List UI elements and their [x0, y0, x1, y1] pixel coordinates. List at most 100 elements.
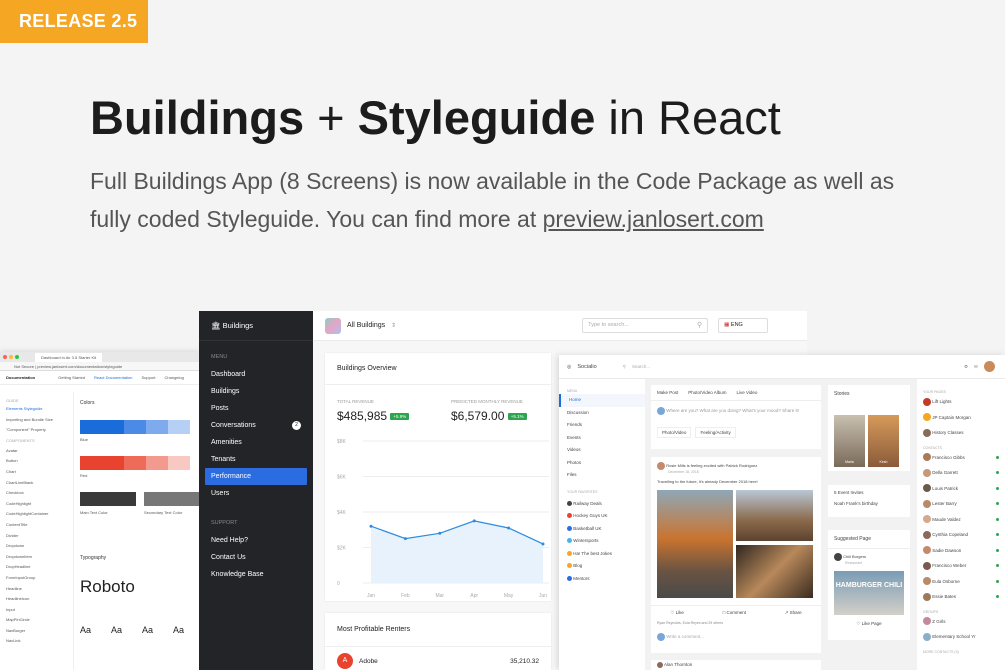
favorite-item[interactable]: Blog [559, 560, 645, 573]
menu-contact-us[interactable]: Contact Us [199, 549, 313, 566]
story-kirsh[interactable]: Kirsh [868, 415, 899, 467]
like-button[interactable]: ♡ Like [670, 610, 684, 616]
contact-item[interactable]: Louis Patrick [923, 481, 999, 497]
side-item-component[interactable]: "Component" Property [6, 425, 67, 436]
component-item[interactable]: NavBurger [6, 626, 67, 637]
contact-item[interactable]: Sadie Dawson [923, 543, 999, 559]
component-item[interactable]: ChartLineBlank [6, 478, 67, 489]
tab-photo-album[interactable]: Photo/Video Album [688, 390, 726, 395]
data-point[interactable] [369, 524, 373, 528]
next-post-author[interactable]: Alan Thornton [664, 662, 692, 667]
social-menu-files[interactable]: Files [559, 469, 645, 482]
menu-item-conversations[interactable]: Conversations 2 [199, 417, 313, 434]
menu-item-dashboard[interactable]: Dashboard [199, 366, 313, 383]
contact-item[interactable]: Francisco Gibbs [923, 450, 999, 466]
component-item[interactable]: Input [6, 605, 67, 616]
component-item[interactable]: Avatar [6, 446, 67, 457]
component-item[interactable]: ContentTitle [6, 520, 67, 531]
contact-item[interactable]: Essie Bates [923, 589, 999, 605]
menu-item-buildings[interactable]: Buildings [199, 383, 313, 400]
share-button[interactable]: ↗ Share [785, 610, 802, 616]
social-menu-home[interactable]: Home [559, 394, 645, 407]
favorite-item[interactable]: Mentors [559, 573, 645, 586]
group-item[interactable]: Z Girls [923, 614, 999, 630]
data-point[interactable] [438, 531, 442, 535]
post-likes[interactable]: Ryan Reynolds, Eula Reyes and 29 others [657, 621, 723, 625]
menu-knowledge-base[interactable]: Knowledge Base [199, 566, 313, 583]
social-menu-photos[interactable]: Photos [559, 457, 645, 470]
menu-item-tenants[interactable]: Tenants [199, 451, 313, 468]
tab-make-post[interactable]: Make Post [657, 390, 678, 395]
component-item[interactable]: NavLink [6, 636, 67, 647]
building-selector[interactable]: All Buildings [347, 322, 385, 329]
minimize-dot-icon[interactable] [9, 355, 13, 359]
favorite-item[interactable]: Basketball UK [559, 523, 645, 536]
page-item[interactable]: Lift Lights [923, 394, 999, 410]
post-photo-portrait[interactable] [736, 545, 813, 598]
maximize-dot-icon[interactable] [15, 355, 19, 359]
suggested-name[interactable]: Chili Burgers [843, 554, 866, 559]
menu-item-amenities[interactable]: Amenities [199, 434, 313, 451]
story-maria[interactable]: Maria [834, 415, 865, 467]
post-author[interactable]: Rosie Mills is feeling excited with Patr… [666, 463, 757, 468]
globe-icon[interactable]: ⚙ [964, 364, 968, 370]
contact-item[interactable]: Maude Valdez [923, 512, 999, 528]
event-invites[interactable]: 5 Event Invites [834, 490, 904, 501]
post-photo-mountain[interactable] [736, 490, 813, 541]
component-item[interactable]: DropdownItem [6, 552, 67, 563]
birthday-item[interactable]: Noah Frank's birthday [834, 501, 904, 506]
compose-input[interactable]: Where are you? What are you doing? What'… [651, 401, 821, 421]
renter-name[interactable]: Adobe [359, 658, 378, 665]
favorite-item[interactable]: Ha! The best Jokes [559, 548, 645, 561]
component-item[interactable]: Divider [6, 531, 67, 542]
post-photo-road[interactable] [657, 490, 733, 598]
favorite-item[interactable]: Railway Deals [559, 498, 645, 511]
data-point[interactable] [403, 537, 407, 541]
social-menu-videos[interactable]: Videos [559, 444, 645, 457]
data-point[interactable] [472, 519, 476, 523]
nav-getting-started[interactable]: Getting Started [58, 375, 85, 380]
contact-item[interactable]: Cynthia Copeland [923, 527, 999, 543]
like-page-button[interactable]: ♡ Like Page [828, 621, 910, 627]
nav-support[interactable]: Support [142, 375, 156, 380]
favorite-item[interactable]: Hockey Guys UK [559, 510, 645, 523]
data-point[interactable] [507, 526, 511, 530]
side-item-styleguide[interactable]: Elements Styleguide [6, 404, 67, 415]
close-dot-icon[interactable] [3, 355, 7, 359]
nav-changelog[interactable]: Changelog [165, 375, 184, 380]
component-item[interactable]: Button [6, 456, 67, 467]
photo-video-button[interactable]: Photo/Video [657, 427, 692, 438]
component-item[interactable]: MapPinCircle [6, 615, 67, 626]
component-item[interactable]: HeadlineIcon [6, 594, 67, 605]
component-item[interactable]: CodeHighlight [6, 499, 67, 510]
component-item[interactable]: Checkbox [6, 488, 67, 499]
group-item[interactable]: Elementary School Yr [923, 629, 999, 645]
component-item[interactable]: FormInputGroup [6, 573, 67, 584]
comment-input[interactable]: Write a comment... [657, 633, 815, 641]
menu-item-performance[interactable]: Performance [205, 468, 307, 485]
docs-brand[interactable]: Documentation [6, 375, 35, 380]
search-input[interactable]: Type to search... ⚲ [582, 318, 709, 333]
nav-react-docs[interactable]: React Documentation [94, 375, 132, 380]
menu-item-posts[interactable]: Posts [199, 400, 313, 417]
comment-button[interactable]: □ Comment [723, 610, 746, 616]
revenue-line-chart[interactable]: 0 $2K $4K $6K $8K Jan Feb Mar Apr May Jun [325, 431, 551, 601]
component-item[interactable]: CodeHighlightContainer [6, 509, 67, 520]
page-item[interactable]: History Classes [923, 425, 999, 441]
messages-icon[interactable]: ✉ [974, 364, 978, 370]
contact-item[interactable]: Della Garrett [923, 465, 999, 481]
side-item-importing[interactable]: Importing and Bundle Size [6, 415, 67, 426]
preview-link[interactable]: preview.janlosert.com [543, 206, 764, 232]
selector-chevron-icon[interactable]: ⇕ [391, 322, 396, 329]
browser-tab[interactable]: Dashboard in Air 3.5 Starter Kit [35, 352, 103, 362]
buildings-brand[interactable]: 🏛 Buildings [199, 311, 313, 341]
social-menu-friends[interactable]: Friends [559, 419, 645, 432]
menu-need-help[interactable]: Need Help? [199, 532, 313, 549]
contact-item[interactable]: Eula Osborne [923, 574, 999, 590]
data-point[interactable] [541, 542, 545, 546]
user-avatar[interactable] [983, 361, 995, 372]
social-search-input[interactable]: Search... [632, 364, 650, 369]
social-menu-events[interactable]: Events [559, 432, 645, 445]
component-item[interactable]: Dropdown [6, 541, 67, 552]
menu-item-users[interactable]: Users [199, 485, 313, 502]
